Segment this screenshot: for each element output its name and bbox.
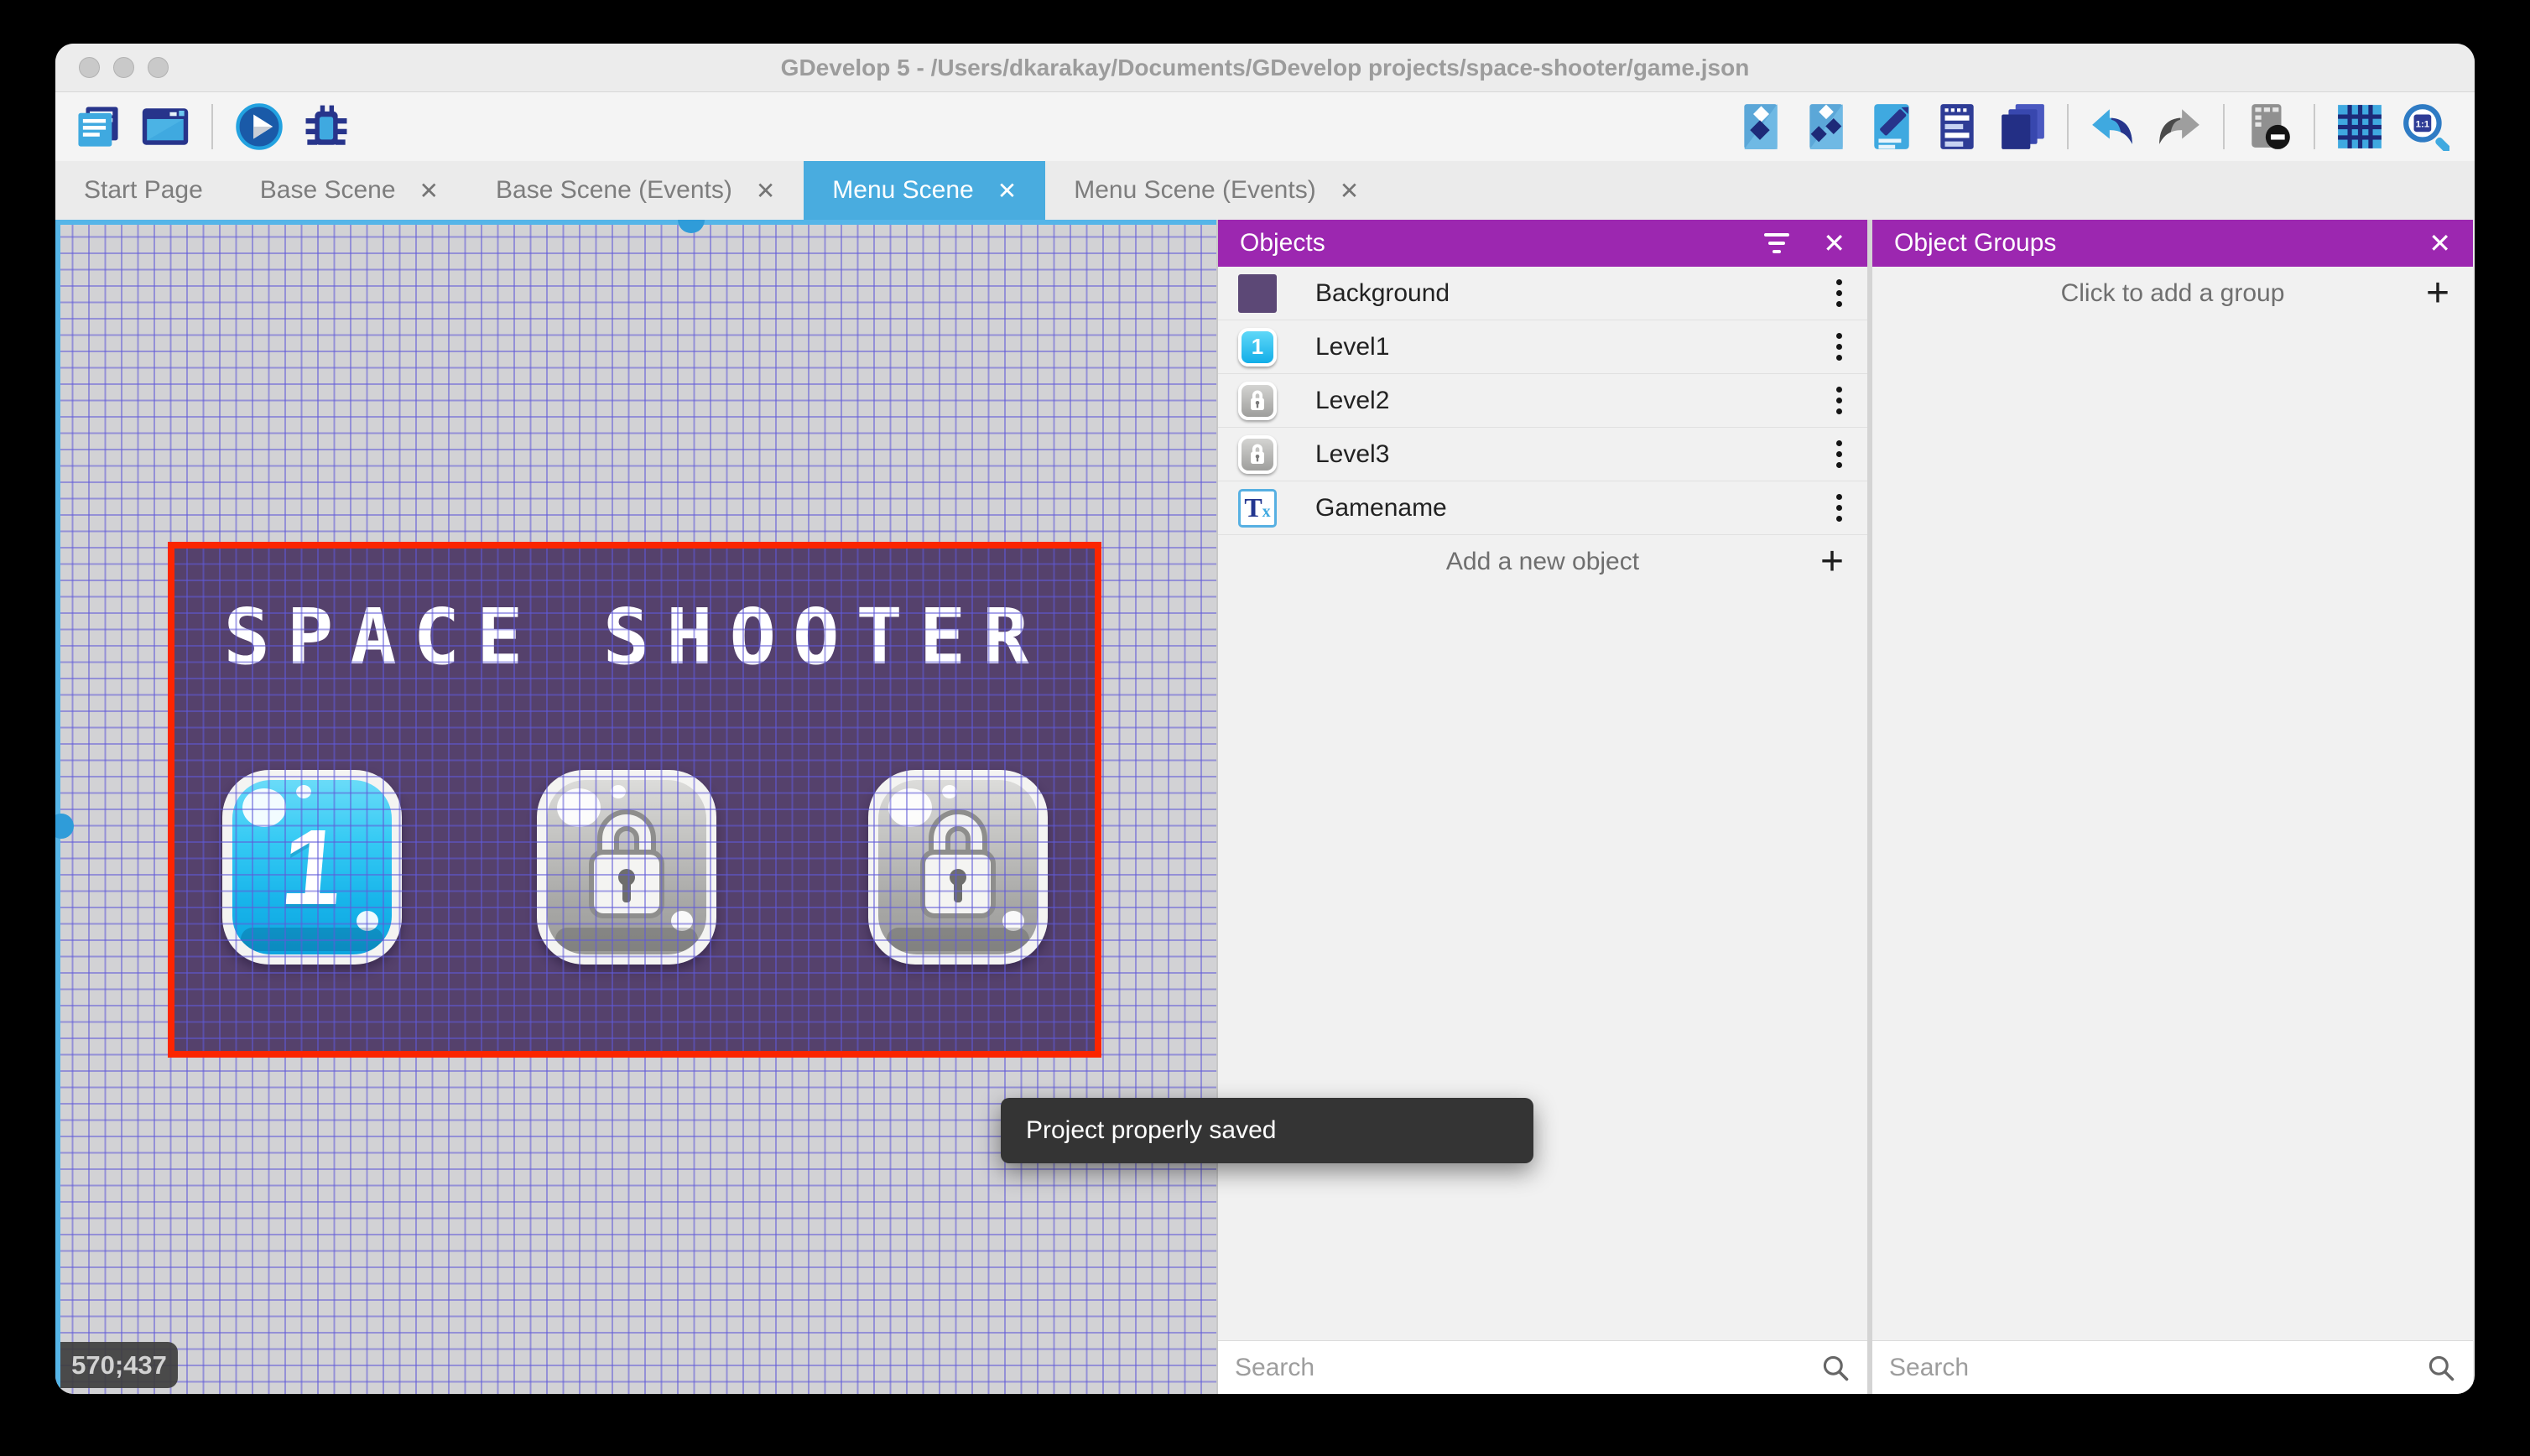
- vertical-scrollbar[interactable]: [55, 220, 74, 1394]
- zoom-icon-label: 1:1: [2416, 120, 2430, 130]
- object-row-level1[interactable]: 1 Level1: [1218, 320, 1867, 374]
- close-window-button[interactable]: [79, 57, 100, 78]
- level2-locked-instance[interactable]: [537, 770, 716, 965]
- level3-locked-instance[interactable]: [868, 770, 1048, 965]
- toolbar-separator: [211, 104, 213, 149]
- traffic-lights: [79, 44, 169, 91]
- minimize-window-button[interactable]: [113, 57, 134, 78]
- filter-icon[interactable]: [1764, 233, 1790, 253]
- groups-search-input[interactable]: [1889, 1353, 2426, 1382]
- cursor-coordinates: 570;437: [60, 1342, 178, 1388]
- object-row-gamename[interactable]: Tx Gamename: [1218, 481, 1867, 535]
- instances-list-icon[interactable]: [1929, 99, 1985, 154]
- objects-search-bar: [1218, 1340, 1867, 1394]
- gdevelop-window: GDevelop 5 - /Users/dkarakay/Documents/G…: [55, 44, 2475, 1394]
- close-tab-icon[interactable]: ✕: [997, 177, 1017, 205]
- groups-search-bar: [1872, 1340, 2473, 1394]
- objects-panel: Objects ✕ Background 1 Level1 Level2 Lev…: [1216, 220, 1867, 1394]
- text-object-thumbnail: Tx: [1238, 488, 1277, 528]
- add-group-button[interactable]: Click to add a group +: [1872, 267, 2473, 320]
- object-groups-panel: Object Groups ✕ Click to add a group +: [1872, 220, 2473, 1394]
- objects-panel-title: Objects: [1240, 229, 1325, 257]
- tab-menu-scene[interactable]: Menu Scene ✕: [804, 161, 1046, 220]
- tab-base-scene[interactable]: Base Scene ✕: [232, 161, 467, 220]
- groups-panel-empty-area: [1872, 320, 2473, 1340]
- toolbar-separator: [2223, 104, 2225, 149]
- object-row-level3[interactable]: Level3: [1218, 428, 1867, 481]
- object-groups-panel-title: Object Groups: [1894, 229, 2057, 257]
- object-groups-editor-icon[interactable]: [1799, 99, 1854, 154]
- objects-panel-header: Objects ✕: [1218, 220, 1867, 267]
- object-menu-icon[interactable]: [1831, 274, 1847, 312]
- layers-icon[interactable]: [1995, 99, 2050, 154]
- object-menu-icon[interactable]: [1831, 382, 1847, 419]
- object-row-level2[interactable]: Level2: [1218, 374, 1867, 428]
- toolbar-separator: [2314, 104, 2315, 149]
- lock-icon: [547, 780, 706, 954]
- redo-icon[interactable]: [2151, 99, 2206, 154]
- play-icon[interactable]: [232, 99, 287, 154]
- lock-icon: [878, 780, 1038, 954]
- objects-panel-empty-area: [1218, 589, 1867, 1340]
- project-manager-icon[interactable]: [70, 99, 126, 154]
- scene-title-text[interactable]: SPACE SHOOTER: [168, 592, 1101, 682]
- window-title: GDevelop 5 - /Users/dkarakay/Documents/G…: [780, 54, 1750, 81]
- tab-start-page[interactable]: Start Page: [55, 161, 232, 220]
- save-toast: Project properly saved: [1001, 1098, 1533, 1163]
- undo-icon[interactable]: [2085, 99, 2141, 154]
- fullscreen-window-button[interactable]: [148, 57, 169, 78]
- title-bar: GDevelop 5 - /Users/dkarakay/Documents/G…: [55, 44, 2475, 92]
- zoom-1-1-icon[interactable]: 1:1: [2397, 99, 2453, 154]
- object-groups-panel-header: Object Groups ✕: [1872, 220, 2473, 267]
- background-thumbnail: [1238, 273, 1277, 313]
- film-remove-icon[interactable]: [2241, 99, 2297, 154]
- tab-menu-scene-events[interactable]: Menu Scene (Events) ✕: [1045, 161, 1387, 220]
- plus-icon: +: [1819, 539, 1844, 584]
- toolbar-separator: [2067, 104, 2069, 149]
- close-tab-icon[interactable]: ✕: [1340, 177, 1359, 205]
- tab-base-scene-events[interactable]: Base Scene (Events) ✕: [467, 161, 804, 220]
- level1-thumbnail: 1: [1238, 327, 1277, 367]
- object-menu-icon[interactable]: [1831, 435, 1847, 473]
- scene-background-instance[interactable]: SPACE SHOOTER 1: [168, 542, 1101, 1058]
- tab-bar: Start Page Base Scene ✕ Base Scene (Even…: [55, 161, 2475, 220]
- plus-icon: +: [2425, 271, 2449, 315]
- search-icon[interactable]: [2426, 1353, 2456, 1383]
- object-menu-icon[interactable]: [1831, 489, 1847, 527]
- object-row-background[interactable]: Background: [1218, 267, 1867, 320]
- horizontal-scroll-thumb[interactable]: [678, 220, 705, 233]
- objects-editor-icon[interactable]: [1733, 99, 1788, 154]
- scene-window-icon[interactable]: [138, 99, 193, 154]
- close-panel-icon[interactable]: ✕: [1823, 227, 1845, 259]
- object-menu-icon[interactable]: [1831, 328, 1847, 366]
- search-icon[interactable]: [1820, 1353, 1851, 1383]
- horizontal-scrollbar[interactable]: [55, 220, 1216, 233]
- debug-icon[interactable]: [299, 99, 354, 154]
- locked-thumbnail: [1238, 434, 1277, 474]
- add-new-object-button[interactable]: Add a new object +: [1218, 535, 1867, 589]
- close-tab-icon[interactable]: ✕: [419, 177, 439, 205]
- scene-editor-canvas[interactable]: SPACE SHOOTER 1 570;437: [55, 220, 1216, 1394]
- toolbar: 1:1: [55, 92, 2475, 161]
- close-panel-icon[interactable]: ✕: [2428, 227, 2451, 259]
- close-tab-icon[interactable]: ✕: [756, 177, 775, 205]
- locked-thumbnail: [1238, 381, 1277, 420]
- properties-icon[interactable]: [1864, 99, 1919, 154]
- vertical-scroll-thumb[interactable]: [55, 814, 74, 839]
- objects-search-input[interactable]: [1235, 1353, 1820, 1382]
- level1-number: 1: [277, 807, 347, 928]
- grid-icon[interactable]: [2332, 99, 2387, 154]
- level1-button-instance[interactable]: 1: [222, 770, 402, 965]
